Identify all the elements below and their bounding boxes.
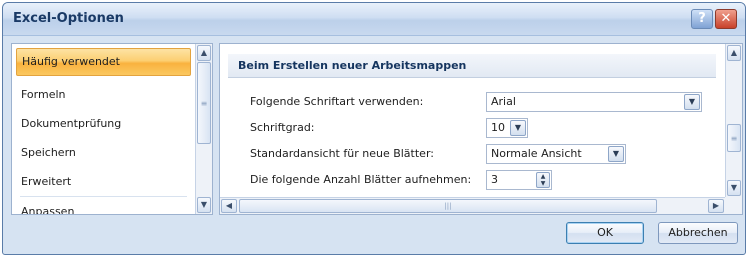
sheet-count-value: 3: [491, 173, 498, 186]
scroll-up-arrow-icon[interactable]: ▲: [197, 45, 211, 61]
category-items: Häufig verwendet Formeln Dokumentprüfung…: [12, 44, 195, 214]
sheet-count-label: Die folgende Anzahl Blätter aufnehmen:: [250, 173, 472, 186]
spinner-arrows-icon[interactable]: ▲ ▼: [536, 172, 550, 188]
category-item-label: Erweitert: [21, 175, 72, 188]
category-item-formeln[interactable]: Formeln: [12, 80, 195, 109]
scroll-down-arrow-icon[interactable]: ▼: [197, 197, 211, 213]
title-bar[interactable]: Excel-Optionen ? ✕: [3, 3, 745, 36]
help-icon: ?: [698, 11, 706, 26]
ok-button[interactable]: OK: [566, 222, 644, 244]
font-size-value: 10: [491, 121, 505, 134]
scroll-up-arrow-icon[interactable]: ▲: [727, 45, 741, 61]
default-font-dropdown[interactable]: Arial ▼: [486, 92, 702, 112]
scroll-right-arrow-icon[interactable]: ▶: [708, 199, 724, 213]
chevron-down-icon[interactable]: ▼: [510, 120, 526, 136]
options-panel: Beim Erstellen neuer Arbeitsmappen Folge…: [219, 43, 743, 215]
help-button[interactable]: ?: [691, 9, 713, 29]
category-list: Häufig verwendet Formeln Dokumentprüfung…: [11, 43, 213, 215]
scroll-down-arrow-icon[interactable]: ▼: [727, 180, 741, 196]
scrollbar-corner: [725, 197, 742, 214]
cancel-button[interactable]: Abbrechen: [658, 222, 738, 244]
close-icon: ✕: [720, 11, 732, 26]
default-view-label: Standardansicht für neue Blätter:: [250, 147, 434, 160]
scrollbar-thumb[interactable]: ≡: [727, 124, 741, 152]
scrollbar-thumb[interactable]: ≡: [197, 62, 211, 144]
chevron-down-icon[interactable]: ▼: [608, 146, 624, 162]
category-item-label: Häufig verwendet: [22, 55, 120, 68]
category-item-speichern[interactable]: Speichern: [12, 138, 195, 167]
panel-vertical-scrollbar[interactable]: ▲ ≡ ▼: [725, 44, 742, 197]
options-dialog: Excel-Optionen ? ✕ Häufig verwendet Form…: [2, 2, 746, 255]
font-size-dropdown[interactable]: 10 ▼: [486, 118, 528, 138]
default-font-value: Arial: [491, 95, 516, 108]
category-vertical-scrollbar[interactable]: ▲ ≡ ▼: [195, 44, 212, 214]
window-title: Excel-Optionen: [13, 11, 124, 26]
category-item-dokumentpruefung[interactable]: Dokumentprüfung: [12, 109, 195, 138]
close-button[interactable]: ✕: [715, 9, 737, 29]
category-item-erweitert[interactable]: Erweitert: [12, 167, 195, 196]
chevron-down-icon[interactable]: ▼: [684, 94, 700, 110]
category-item-label: Formeln: [21, 88, 66, 101]
scrollbar-thumb[interactable]: |||: [239, 199, 657, 213]
default-view-value: Normale Ansicht: [491, 147, 582, 160]
font-size-label: Schriftgrad:: [250, 121, 315, 134]
category-item-haeufig-verwendet[interactable]: Häufig verwendet: [16, 48, 191, 76]
sheet-count-spinner[interactable]: 3 ▲ ▼: [486, 170, 552, 190]
panel-horizontal-scrollbar[interactable]: ◀ ||| ▶: [220, 197, 725, 214]
category-item-label: Dokumentprüfung: [21, 117, 122, 130]
category-item-anpassen[interactable]: Anpassen: [12, 197, 195, 214]
category-item-label: Anpassen: [21, 205, 75, 214]
section-header: Beim Erstellen neuer Arbeitsmappen: [228, 54, 716, 78]
default-font-label: Folgende Schriftart verwenden:: [250, 95, 424, 108]
scroll-left-arrow-icon[interactable]: ◀: [221, 199, 237, 213]
category-item-label: Speichern: [21, 146, 76, 159]
default-view-dropdown[interactable]: Normale Ansicht ▼: [486, 144, 626, 164]
